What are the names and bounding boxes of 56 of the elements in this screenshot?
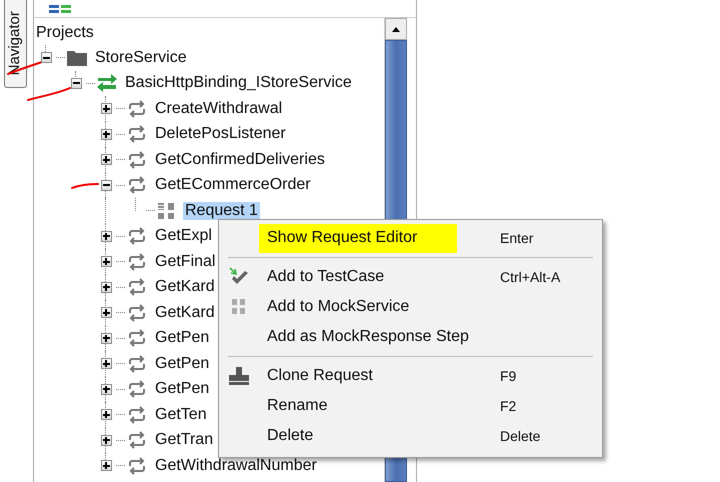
expand-toggle[interactable] — [100, 434, 112, 446]
expand-toggle[interactable] — [100, 307, 112, 318]
tree-item[interactable]: CreateWithdrawal — [153, 100, 284, 118]
collapse-toggle[interactable] — [100, 180, 112, 191]
tree-item[interactable]: GetKard — [153, 304, 217, 322]
up-arrow-icon — [392, 26, 400, 32]
expand-toggle[interactable] — [100, 358, 112, 370]
tree-item[interactable]: GetTen — [153, 406, 209, 424]
shortcut-text: F2 — [500, 396, 516, 416]
menu-item[interactable]: Add to TestCase — [259, 262, 392, 292]
tree-item[interactable]: GetTran — [153, 431, 216, 450]
expand-toggle[interactable] — [100, 282, 112, 293]
tree-item[interactable]: Request 1 — [183, 202, 260, 220]
expand-toggle[interactable] — [100, 384, 112, 395]
tree-item[interactable]: GetExpl — [153, 227, 214, 246]
tree-item[interactable]: GetPen — [153, 329, 212, 348]
tree-item[interactable]: GetFinal — [153, 252, 218, 271]
list-view-icon[interactable] — [49, 4, 71, 14]
menu-item[interactable]: Add as MockResponse Step — [259, 322, 477, 352]
tree-item[interactable]: GetConfirmedDeliveries — [153, 150, 327, 169]
tree-item[interactable]: BasicHttpBinding_IStoreService — [123, 74, 354, 92]
expand-toggle[interactable] — [100, 256, 112, 268]
expand-toggle[interactable] — [100, 332, 112, 344]
collapse-toggle[interactable] — [40, 52, 52, 64]
stamp-icon — [228, 366, 250, 386]
expand-toggle[interactable] — [100, 103, 112, 114]
tree-item[interactable]: GetPen — [153, 380, 212, 398]
swap-arrows-icon — [96, 73, 118, 94]
tree-item[interactable]: GetWithdrawalNumber — [153, 456, 319, 475]
annotation-stroke — [70, 181, 100, 190]
menu-item[interactable]: Clone Request — [259, 362, 381, 390]
expand-toggle[interactable] — [100, 230, 112, 242]
expand-toggle[interactable] — [100, 154, 112, 166]
tree-item[interactable]: GetECommerceOrder — [153, 176, 313, 194]
tree-item[interactable]: DeletePosListener — [153, 125, 288, 144]
shortcut-text: Ctrl+Alt-A — [500, 268, 560, 286]
menu-item[interactable]: Show Request Editor — [259, 224, 457, 252]
check-arrow-icon — [228, 267, 250, 287]
annotation-stroke — [26, 86, 72, 102]
expand-toggle[interactable] — [100, 409, 112, 420]
tree-title: Projects — [35, 23, 95, 43]
shortcut-text: F9 — [500, 366, 516, 386]
shortcut-text: Delete — [500, 426, 540, 446]
menu-item[interactable]: Rename — [259, 392, 336, 420]
shortcut-text: Enter — [500, 228, 534, 248]
tree-item[interactable]: GetPen — [153, 354, 212, 373]
menu-item[interactable]: Add to MockService — [259, 292, 418, 322]
menu-item[interactable]: Delete — [259, 422, 322, 450]
expand-toggle[interactable] — [100, 128, 112, 140]
collapse-toggle[interactable] — [70, 78, 82, 89]
navigator-tab[interactable]: Navigator — [4, 0, 27, 88]
tree-item[interactable]: StoreService — [93, 48, 189, 67]
tree-item[interactable]: GetKard — [153, 278, 217, 296]
expand-toggle[interactable] — [100, 460, 112, 472]
scroll-up-button[interactable] — [385, 18, 407, 40]
folder-icon — [66, 48, 88, 67]
